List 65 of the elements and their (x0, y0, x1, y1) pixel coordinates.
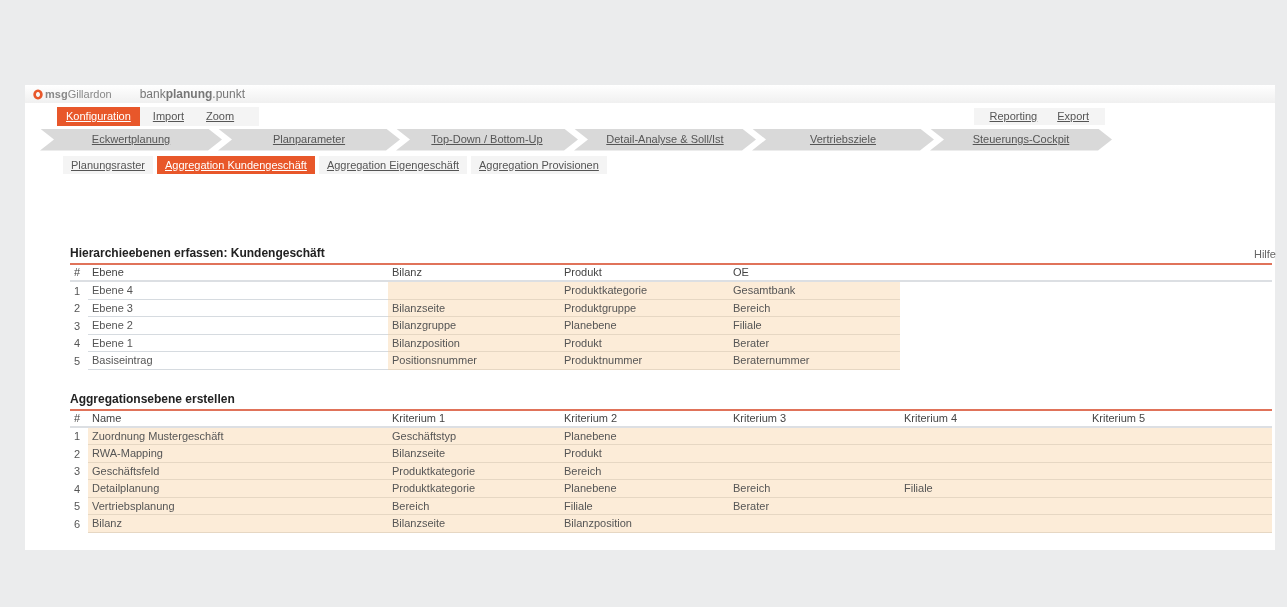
column-header: # (73, 265, 82, 281)
row-number: 3 (73, 464, 82, 479)
column-header: Kriterium 3 (732, 410, 788, 426)
tab[interactable]: Aggregation Kundengeschäft (157, 155, 315, 174)
menu-link[interactable]: Reporting (989, 108, 1038, 125)
input-cell[interactable]: Produkt (560, 445, 729, 463)
input-cell[interactable] (1088, 480, 1272, 498)
column-header: Kriterium 4 (903, 410, 959, 426)
process-step[interactable]: Planparameter (218, 128, 400, 151)
input-cell[interactable]: Planebene (560, 480, 729, 498)
input-cell[interactable] (1088, 515, 1272, 533)
input-cell[interactable]: Bilanzgruppe (388, 317, 560, 335)
input-cell[interactable]: Produktkategorie (388, 480, 560, 498)
row-number: 6 (73, 516, 82, 532)
row-number: 1 (73, 429, 82, 444)
help-link[interactable]: Hilfe (1254, 245, 1276, 262)
column-header: Ebene (91, 265, 125, 281)
input-cell[interactable]: Filiale (900, 480, 1088, 498)
column-header: Produkt (563, 265, 603, 281)
section-title: Hierarchieebenen erfassen: Kundengeschäft (70, 245, 325, 262)
input-cell[interactable]: Bilanzposition (560, 515, 729, 533)
row-number: 4 (73, 481, 82, 497)
input-cell[interactable]: Positionsnummer (388, 352, 560, 370)
tab[interactable]: Planungsraster (63, 155, 153, 174)
input-cell[interactable]: Planebene (560, 317, 729, 335)
row-number: 5 (73, 499, 82, 514)
tab[interactable]: Aggregation Provisionen (471, 155, 607, 174)
input-cell[interactable]: Produktkategorie (560, 282, 729, 300)
input-cell[interactable]: RWA-Mapping (88, 445, 388, 463)
row-number: 2 (73, 446, 82, 462)
process-step[interactable]: Vertriebsziele (752, 128, 934, 151)
input-cell[interactable]: Gesamtbank (729, 282, 900, 300)
logo-icon (33, 88, 43, 100)
column-header: # (73, 410, 82, 426)
column-header: Kriterium 1 (391, 410, 447, 426)
row-number: 1 (73, 283, 82, 299)
column-header: Name (91, 410, 123, 426)
tab[interactable]: Aggregation Eigengeschäft (318, 155, 467, 174)
process-step[interactable]: Eckwertplanung (40, 128, 222, 151)
input-cell[interactable]: Bilanzseite (388, 515, 560, 533)
input-cell[interactable]: Bilanz (88, 515, 388, 533)
column-header: Bilanz (391, 265, 423, 281)
process-step[interactable]: Detail-Analyse & Soll/Ist (574, 128, 756, 151)
row-number: 5 (73, 353, 82, 369)
column-header: Kriterium 2 (563, 410, 619, 426)
row-number: 2 (73, 301, 82, 316)
input-cell[interactable] (388, 282, 560, 300)
row-number: 4 (73, 336, 82, 351)
column-header: OE (732, 265, 750, 281)
input-cell[interactable]: Filiale (729, 317, 900, 335)
input-cell[interactable]: Bereich (729, 480, 900, 498)
input-cell[interactable]: Detailplanung (88, 480, 388, 498)
section-title: Aggregationsebene erstellen (70, 390, 235, 408)
input-cell[interactable]: Produktnummer (560, 352, 729, 370)
input-cell[interactable]: Bilanzseite (388, 445, 560, 463)
process-step[interactable]: Top-Down / Bottom-Up (396, 128, 578, 151)
company-logo: msgGillardon (45, 86, 112, 102)
column-header: Kriterium 5 (1091, 410, 1147, 426)
process-step[interactable]: Steuerungs-Cockpit (930, 128, 1112, 151)
product-name: bankplanung.punkt (139, 86, 246, 103)
menu-link[interactable]: Export (1057, 108, 1089, 125)
row-number: 3 (73, 318, 82, 334)
input-cell[interactable] (1088, 445, 1272, 463)
tab[interactable]: Konfiguration (57, 107, 140, 126)
input-cell[interactable]: Beraternummer (729, 352, 900, 370)
